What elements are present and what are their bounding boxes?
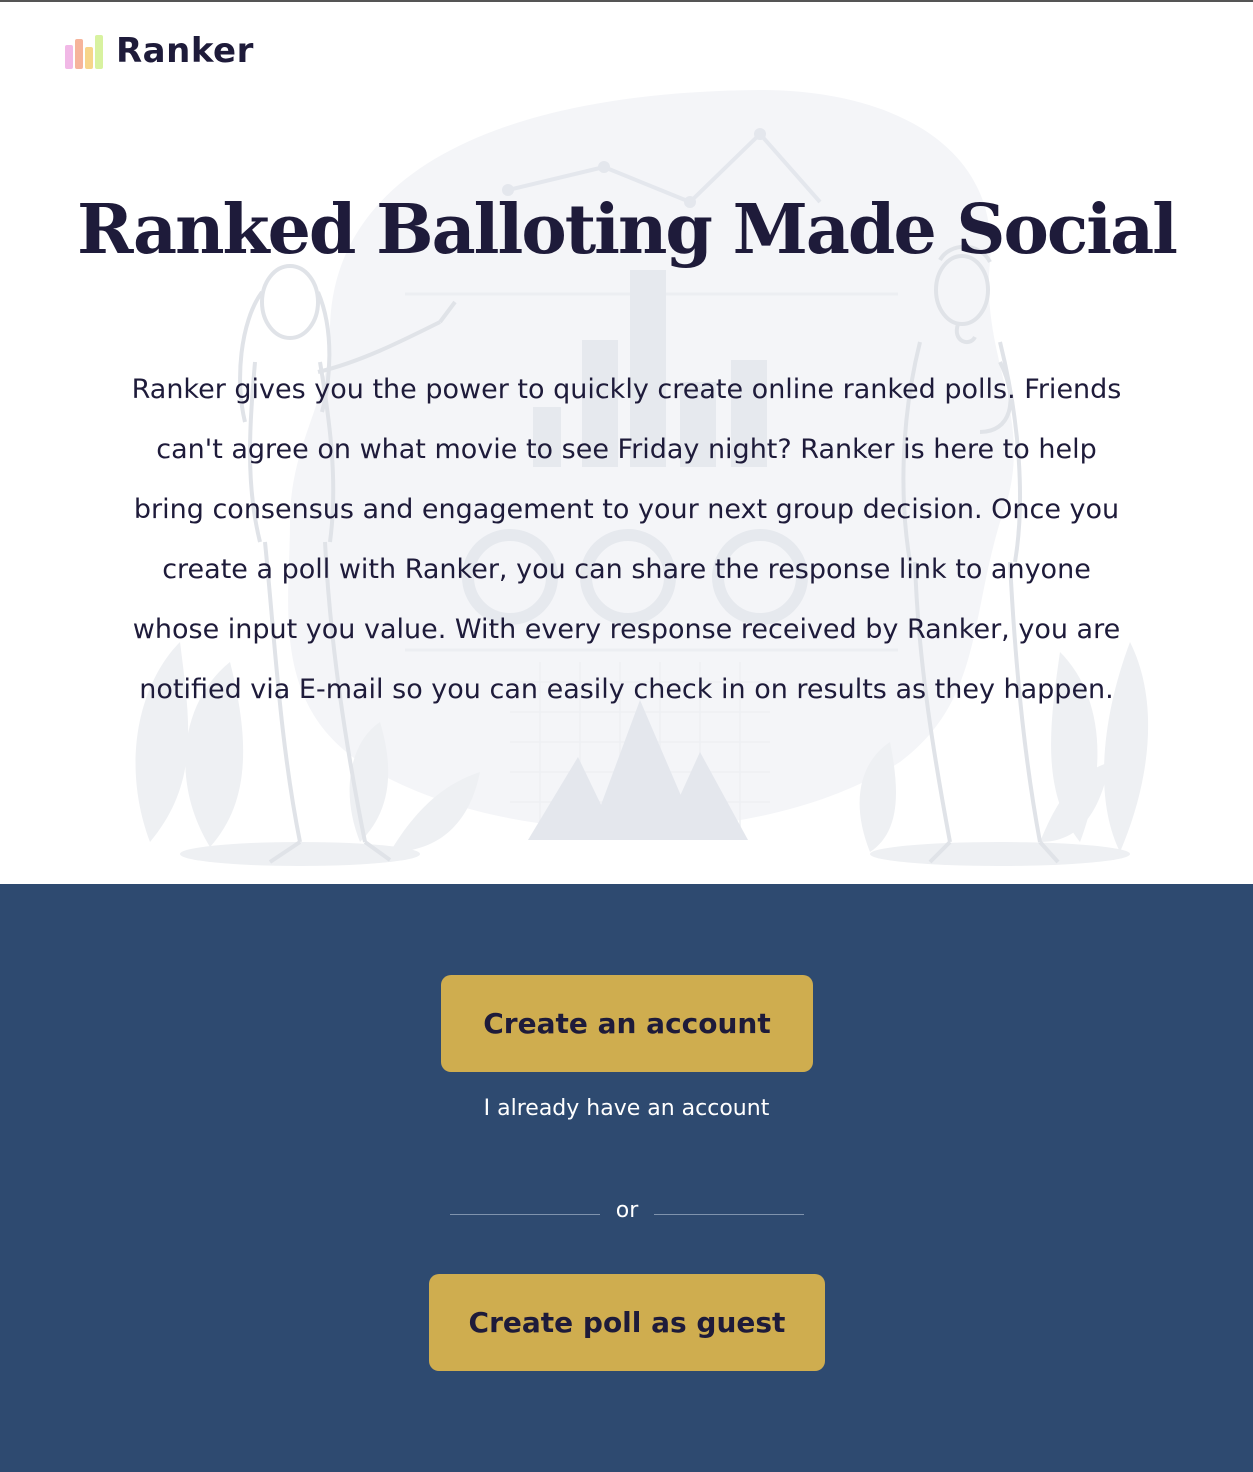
page-title: Ranked Balloting Made Social bbox=[76, 190, 1178, 270]
brand-name: Ranker bbox=[116, 31, 254, 71]
hero-description: Ranker gives you the power to quickly cr… bbox=[131, 374, 1122, 705]
call-to-action-section: Create an account I already have an acco… bbox=[0, 884, 1253, 1472]
brand[interactable]: Ranker bbox=[64, 30, 254, 72]
create-poll-guest-button[interactable]: Create poll as guest bbox=[429, 1274, 825, 1371]
divider-label: or bbox=[615, 1198, 639, 1223]
create-account-button[interactable]: Create an account bbox=[441, 975, 813, 1072]
divider-line-right bbox=[654, 1214, 804, 1215]
login-link[interactable]: I already have an account bbox=[0, 1096, 1253, 1121]
hero-section: Ranker Ranked Balloting Made Social Rank… bbox=[0, 2, 1253, 884]
bar-chart-logo-icon bbox=[65, 35, 103, 69]
divider-line-left bbox=[450, 1214, 600, 1215]
